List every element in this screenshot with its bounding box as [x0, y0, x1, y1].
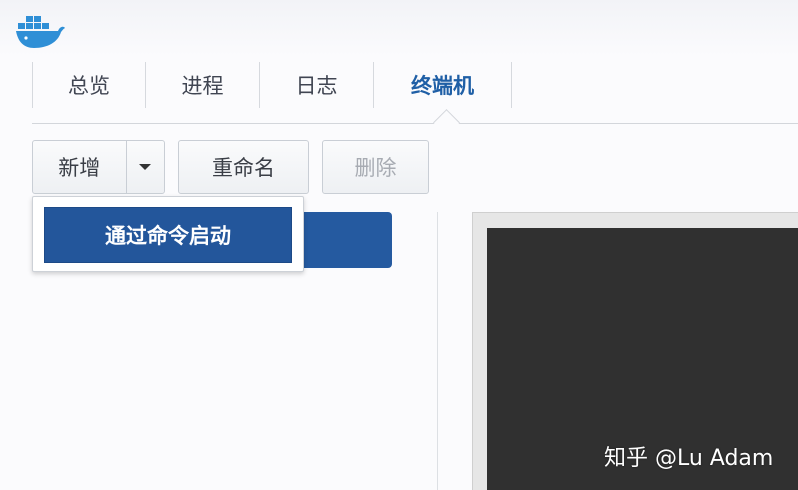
panel-divider — [437, 212, 438, 490]
tab-processes[interactable]: 进程 — [146, 62, 260, 108]
selected-list-item[interactable] — [300, 212, 392, 268]
tab-underline — [32, 123, 798, 124]
docker-whale-icon — [16, 16, 65, 48]
delete-button[interactable]: 删除 — [322, 140, 429, 194]
delete-button-label: 删除 — [354, 156, 397, 180]
caret-down-icon — [139, 164, 152, 170]
tab-processes-label: 进程 — [181, 74, 224, 98]
add-dropdown-toggle[interactable] — [127, 141, 164, 193]
tab-logs[interactable]: 日志 — [260, 62, 374, 108]
rename-button[interactable]: 重命名 — [178, 140, 309, 194]
menu-item-start-by-command[interactable]: 通过命令启动 — [44, 207, 292, 263]
tab-logs-label: 日志 — [295, 74, 338, 98]
add-button-label: 新增 — [58, 156, 101, 180]
tab-bar: 总览 进程 日志 终端机 — [32, 62, 512, 110]
tab-overview[interactable]: 总览 — [32, 62, 146, 108]
watermark: 知乎 @Lu Adam — [604, 446, 774, 471]
top-bar — [0, 0, 798, 56]
menu-item-label: 通过命令启动 — [105, 224, 231, 248]
tab-overview-label: 总览 — [68, 74, 110, 98]
add-split-button: 新增 — [32, 140, 165, 194]
rename-button-label: 重命名 — [212, 156, 275, 180]
tab-terminal-label: 终端机 — [411, 74, 474, 98]
add-button[interactable]: 新增 — [33, 141, 127, 193]
add-dropdown-menu: 通过命令启动 — [32, 196, 304, 272]
tab-terminal[interactable]: 终端机 — [374, 62, 512, 108]
